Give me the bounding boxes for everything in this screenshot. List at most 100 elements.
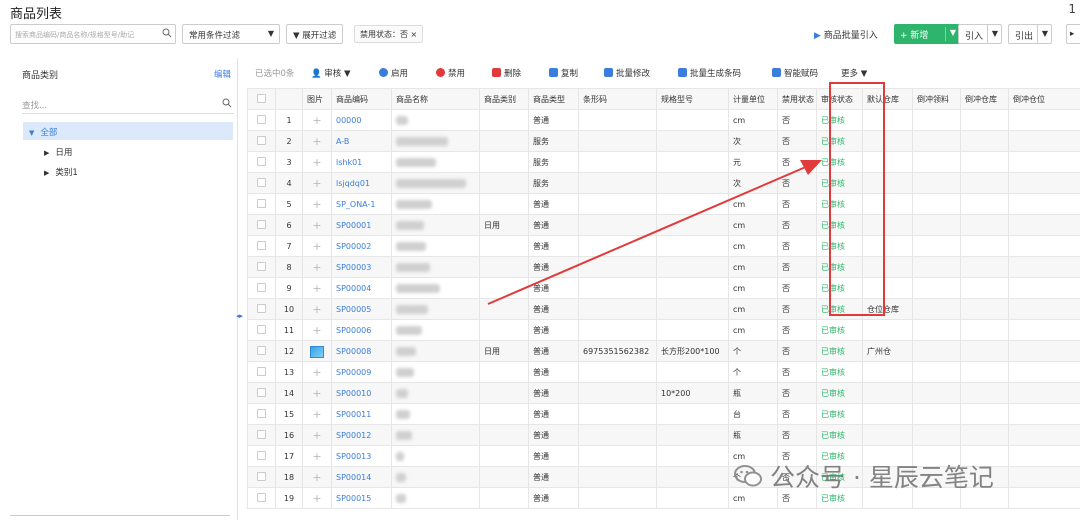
row-checkbox[interactable]: [247, 445, 276, 467]
add-image-icon[interactable]: +: [302, 109, 332, 131]
chevron-down-icon[interactable]: ▼: [992, 29, 998, 38]
product-code-link[interactable]: SP00012: [331, 424, 392, 446]
add-image-icon[interactable]: +: [302, 319, 332, 341]
row-checkbox[interactable]: [247, 151, 276, 173]
batch-edit-button[interactable]: 批量修改: [604, 67, 650, 79]
disable-button[interactable]: 禁用: [436, 67, 465, 79]
tree-item-all[interactable]: ▼ 全部: [23, 122, 233, 140]
table-row[interactable]: 7 + SP00002 普通 cm 否已审核: [247, 235, 1080, 257]
product-code-link[interactable]: SP00015: [331, 487, 392, 509]
add-image-icon[interactable]: +: [302, 277, 332, 299]
product-code-link[interactable]: SP00004: [331, 277, 392, 299]
product-code-link[interactable]: lsjqdq01: [331, 172, 392, 194]
table-row[interactable]: 4 + lsjqdq01 服务次否已审核: [247, 172, 1080, 194]
product-code-link[interactable]: A-B: [331, 130, 392, 152]
product-code-link[interactable]: SP00013: [331, 445, 392, 467]
product-code-link[interactable]: 00000: [331, 109, 392, 131]
search-input[interactable]: 搜索商品编码/商品名称/规格型号/助记: [10, 24, 176, 44]
row-checkbox[interactable]: [247, 172, 276, 194]
table-row[interactable]: 12 SP00008 日用 普通 6975351562382 长方形200*100 个否已审…: [247, 340, 1080, 362]
add-image-icon[interactable]: +: [302, 403, 332, 425]
add-image-icon[interactable]: +: [302, 214, 332, 236]
smart-code-button[interactable]: 智能赋码: [772, 67, 818, 79]
search-icon[interactable]: [162, 28, 172, 38]
column-header[interactable]: 商品类别: [479, 88, 529, 110]
column-header[interactable]: 计量单位: [728, 88, 778, 110]
category-search-input[interactable]: 查找...: [22, 96, 234, 114]
add-image-icon[interactable]: +: [302, 193, 332, 215]
status-chip[interactable]: 禁用状态：否 ×: [354, 25, 424, 43]
product-code-link[interactable]: SP00010: [331, 382, 392, 404]
add-image-icon[interactable]: +: [302, 235, 332, 257]
product-code-link[interactable]: SP00003: [331, 256, 392, 278]
row-checkbox[interactable]: [247, 340, 276, 362]
column-header[interactable]: 商品名称: [391, 88, 480, 110]
sidebar-scrollbar[interactable]: [10, 515, 230, 516]
row-checkbox[interactable]: [247, 424, 276, 446]
export-button[interactable]: 引出 ▼: [1008, 24, 1052, 44]
expand-filter-button[interactable]: ▼ 展开过滤: [286, 24, 344, 44]
add-image-icon[interactable]: +: [302, 466, 332, 488]
batch-barcode-button[interactable]: 批量生成条码: [678, 67, 741, 79]
row-checkbox[interactable]: [247, 403, 276, 425]
import-button[interactable]: 引入 ▼: [958, 24, 1002, 44]
row-checkbox[interactable]: [247, 466, 276, 488]
new-button[interactable]: + 新增 ▼: [894, 24, 960, 44]
product-code-link[interactable]: SP00011: [331, 403, 392, 425]
table-row[interactable]: 2 + A-B 服务次否已审核: [247, 130, 1080, 152]
copy-button[interactable]: 复制: [549, 67, 578, 79]
product-code-link[interactable]: SP00006: [331, 319, 392, 341]
table-row[interactable]: 16 + SP00012 普通 瓶否已审核: [247, 424, 1080, 446]
add-image-icon[interactable]: +: [302, 445, 332, 467]
enable-button[interactable]: 启用: [379, 67, 408, 79]
row-checkbox[interactable]: [247, 361, 276, 383]
product-image[interactable]: [302, 340, 332, 362]
product-code-link[interactable]: SP00009: [331, 361, 392, 383]
row-checkbox[interactable]: [247, 319, 276, 341]
row-checkbox[interactable]: [247, 487, 276, 509]
table-row[interactable]: 13 + SP00009 普通 个否已审核: [247, 361, 1080, 383]
table-row[interactable]: 5 + SP_ONA-1 普通 cm 否已审核: [247, 193, 1080, 215]
search-icon[interactable]: [222, 98, 232, 108]
audit-button[interactable]: 👤 审核 ▼: [311, 67, 351, 79]
row-checkbox[interactable]: [247, 109, 276, 131]
add-image-icon[interactable]: +: [302, 256, 332, 278]
delete-button[interactable]: 删除: [492, 67, 521, 79]
batch-import-button[interactable]: ▶ 商品批量引入: [814, 28, 878, 41]
column-header[interactable]: 禁用状态: [777, 88, 817, 110]
table-row[interactable]: 10 + SP00005 普通 cm 否已审核 仓位仓库: [247, 298, 1080, 320]
product-code-link[interactable]: SP_ONA-1: [331, 193, 392, 215]
product-code-link[interactable]: SP00008: [331, 340, 392, 362]
column-header[interactable]: 规格型号: [656, 88, 729, 110]
table-row[interactable]: 11 + SP00006 普通 cm 否已审核: [247, 319, 1080, 341]
tree-item-daily[interactable]: ▶ 日用: [44, 146, 72, 158]
column-header[interactable]: 图片: [302, 88, 332, 110]
column-header[interactable]: 商品类型: [528, 88, 579, 110]
row-checkbox[interactable]: [247, 214, 276, 236]
column-header[interactable]: 商品编码: [331, 88, 392, 110]
table-row[interactable]: 9 + SP00004 普通 cm 否已审核: [247, 277, 1080, 299]
close-icon[interactable]: ×: [411, 30, 418, 39]
product-code-link[interactable]: lshk01: [331, 151, 392, 173]
table-row[interactable]: 6 + SP00001 日用 普通 cm 否已审核: [247, 214, 1080, 236]
column-header[interactable]: 条形码: [578, 88, 657, 110]
chevron-down-icon[interactable]: ▼: [950, 28, 956, 37]
row-checkbox[interactable]: [247, 382, 276, 404]
more-top-button[interactable]: ▸: [1066, 24, 1080, 44]
add-image-icon[interactable]: +: [302, 424, 332, 446]
filter-select[interactable]: 常用条件过滤 ▼: [182, 24, 280, 44]
row-checkbox[interactable]: [247, 256, 276, 278]
add-image-icon[interactable]: +: [302, 298, 332, 320]
product-code-link[interactable]: SP00001: [331, 214, 392, 236]
product-code-link[interactable]: SP00014: [331, 466, 392, 488]
add-image-icon[interactable]: +: [302, 382, 332, 404]
column-header[interactable]: 倒冲仓库: [960, 88, 1009, 110]
chevron-down-icon[interactable]: ▼: [1042, 29, 1048, 38]
select-all-checkbox[interactable]: [247, 88, 276, 110]
add-image-icon[interactable]: +: [302, 130, 332, 152]
product-code-link[interactable]: SP00005: [331, 298, 392, 320]
table-row[interactable]: 1 +00000 普通 cm 否已审核: [247, 109, 1080, 131]
add-image-icon[interactable]: +: [302, 361, 332, 383]
add-image-icon[interactable]: +: [302, 487, 332, 509]
row-checkbox[interactable]: [247, 193, 276, 215]
